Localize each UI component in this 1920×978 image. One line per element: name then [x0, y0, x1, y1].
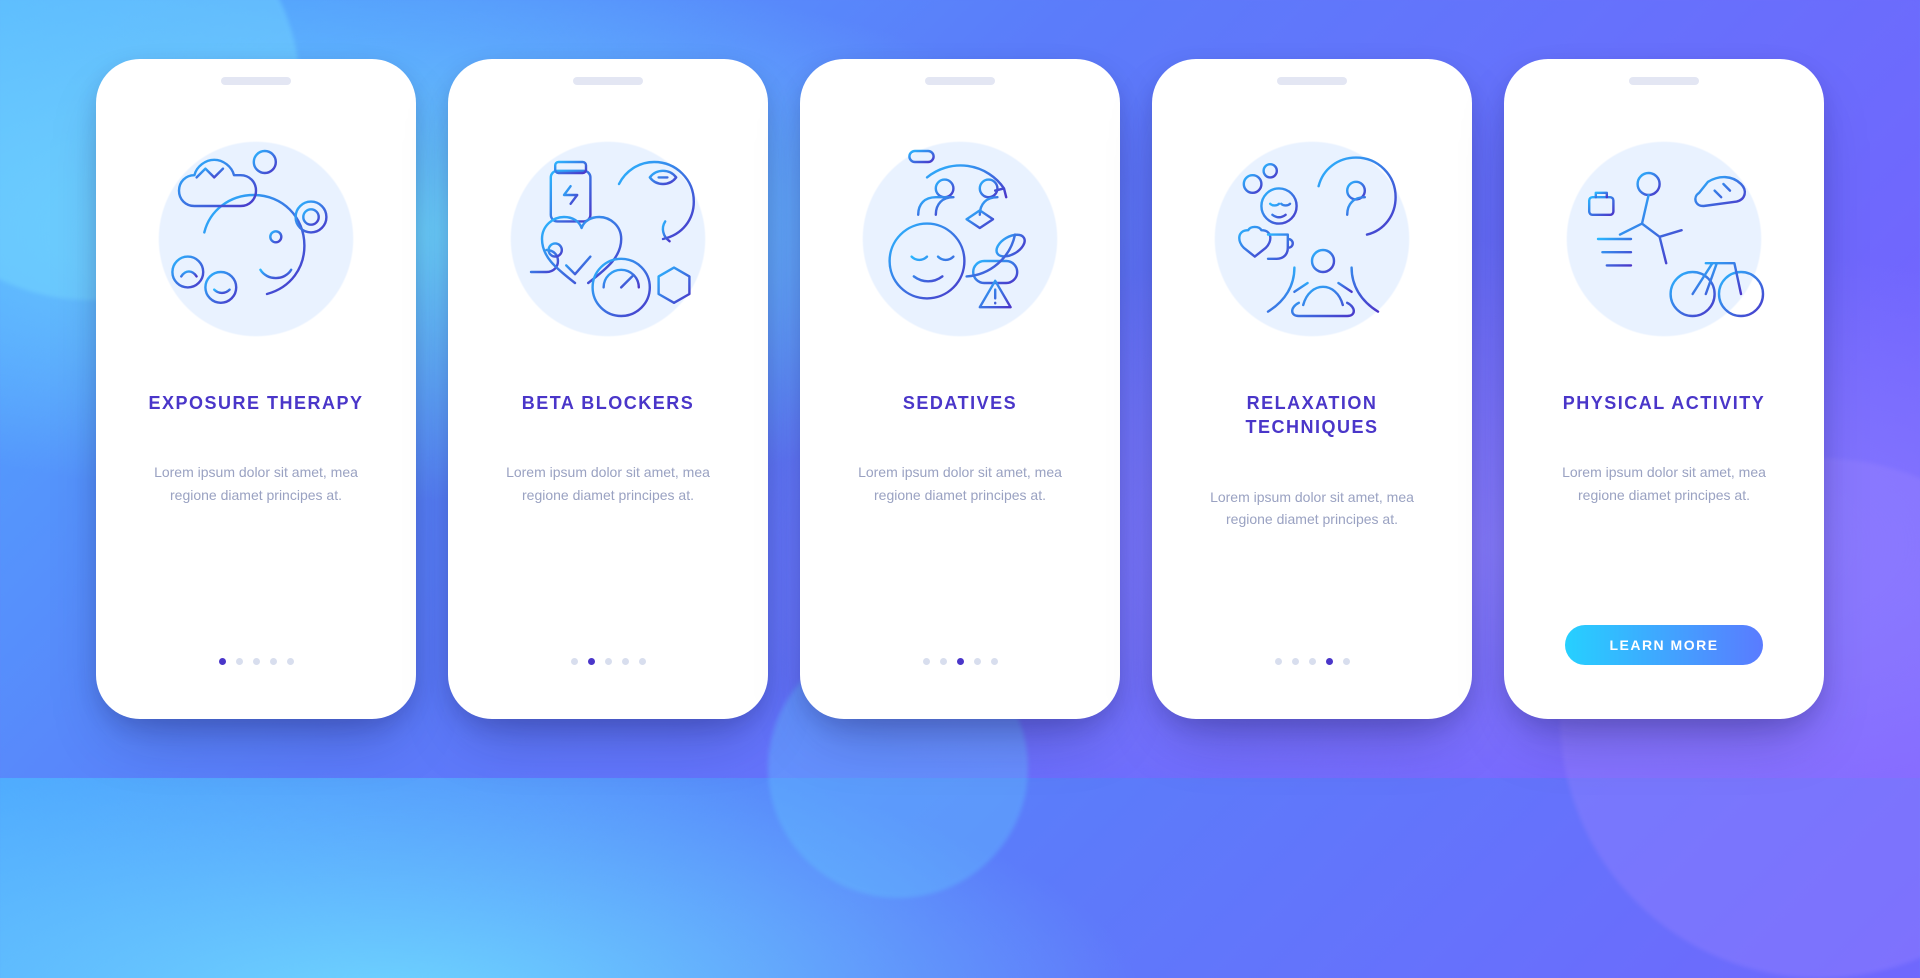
dot-5[interactable]	[639, 658, 646, 665]
dot-4[interactable]	[622, 658, 629, 665]
dot-1[interactable]	[571, 658, 578, 665]
phone-speaker	[1629, 77, 1699, 85]
screen-title: BETA BLOCKERS	[522, 391, 695, 415]
screen: RELAXATION TECHNIQUES Lorem ipsum dolor …	[1166, 99, 1458, 705]
screen-description: Lorem ipsum dolor sit amet, mea regione …	[845, 461, 1075, 506]
dot-2[interactable]	[236, 658, 243, 665]
phone-speaker	[221, 77, 291, 85]
physical-activity-icon	[1554, 129, 1774, 349]
dot-3[interactable]	[957, 658, 964, 665]
dot-4[interactable]	[1326, 658, 1333, 665]
dot-4[interactable]	[270, 658, 277, 665]
dot-1[interactable]	[1275, 658, 1282, 665]
phone-speaker	[1277, 77, 1347, 85]
screen-title: RELAXATION TECHNIQUES	[1194, 391, 1430, 440]
page-dots	[1275, 658, 1350, 665]
screen-description: Lorem ipsum dolor sit amet, mea regione …	[1549, 461, 1779, 506]
phone-physical-activity: PHYSICAL ACTIVITY Lorem ipsum dolor sit …	[1504, 59, 1824, 719]
dot-5[interactable]	[991, 658, 998, 665]
phone-speaker	[573, 77, 643, 85]
phone-sedatives: SEDATIVES Lorem ipsum dolor sit amet, me…	[800, 59, 1120, 719]
beta-blockers-icon	[498, 129, 718, 349]
page-dots	[923, 658, 998, 665]
screen: PHYSICAL ACTIVITY Lorem ipsum dolor sit …	[1518, 99, 1810, 705]
dot-3[interactable]	[253, 658, 260, 665]
relaxation-techniques-icon	[1202, 129, 1422, 349]
dot-3[interactable]	[605, 658, 612, 665]
page-dots	[571, 658, 646, 665]
learn-more-button[interactable]: LEARN MORE	[1565, 625, 1762, 665]
screen: SEDATIVES Lorem ipsum dolor sit amet, me…	[814, 99, 1106, 705]
dot-3[interactable]	[1309, 658, 1316, 665]
screen: BETA BLOCKERS Lorem ipsum dolor sit amet…	[462, 99, 754, 705]
exposure-therapy-icon	[146, 129, 366, 349]
dot-5[interactable]	[287, 658, 294, 665]
screen-title: EXPOSURE THERAPY	[148, 391, 363, 415]
phone-speaker	[925, 77, 995, 85]
phone-exposure-therapy: EXPOSURE THERAPY Lorem ipsum dolor sit a…	[96, 59, 416, 719]
phone-relaxation-techniques: RELAXATION TECHNIQUES Lorem ipsum dolor …	[1152, 59, 1472, 719]
screen-title: PHYSICAL ACTIVITY	[1563, 391, 1766, 415]
dot-2[interactable]	[588, 658, 595, 665]
screen: EXPOSURE THERAPY Lorem ipsum dolor sit a…	[110, 99, 402, 705]
screen-description: Lorem ipsum dolor sit amet, mea regione …	[141, 461, 371, 506]
screen-description: Lorem ipsum dolor sit amet, mea regione …	[493, 461, 723, 506]
screen-description: Lorem ipsum dolor sit amet, mea regione …	[1197, 486, 1427, 531]
page-dots	[219, 658, 294, 665]
dot-2[interactable]	[940, 658, 947, 665]
dot-4[interactable]	[974, 658, 981, 665]
sedatives-icon	[850, 129, 1070, 349]
dot-1[interactable]	[219, 658, 226, 665]
dot-1[interactable]	[923, 658, 930, 665]
dot-5[interactable]	[1343, 658, 1350, 665]
screen-title: SEDATIVES	[903, 391, 1017, 415]
dot-2[interactable]	[1292, 658, 1299, 665]
phone-beta-blockers: BETA BLOCKERS Lorem ipsum dolor sit amet…	[448, 59, 768, 719]
